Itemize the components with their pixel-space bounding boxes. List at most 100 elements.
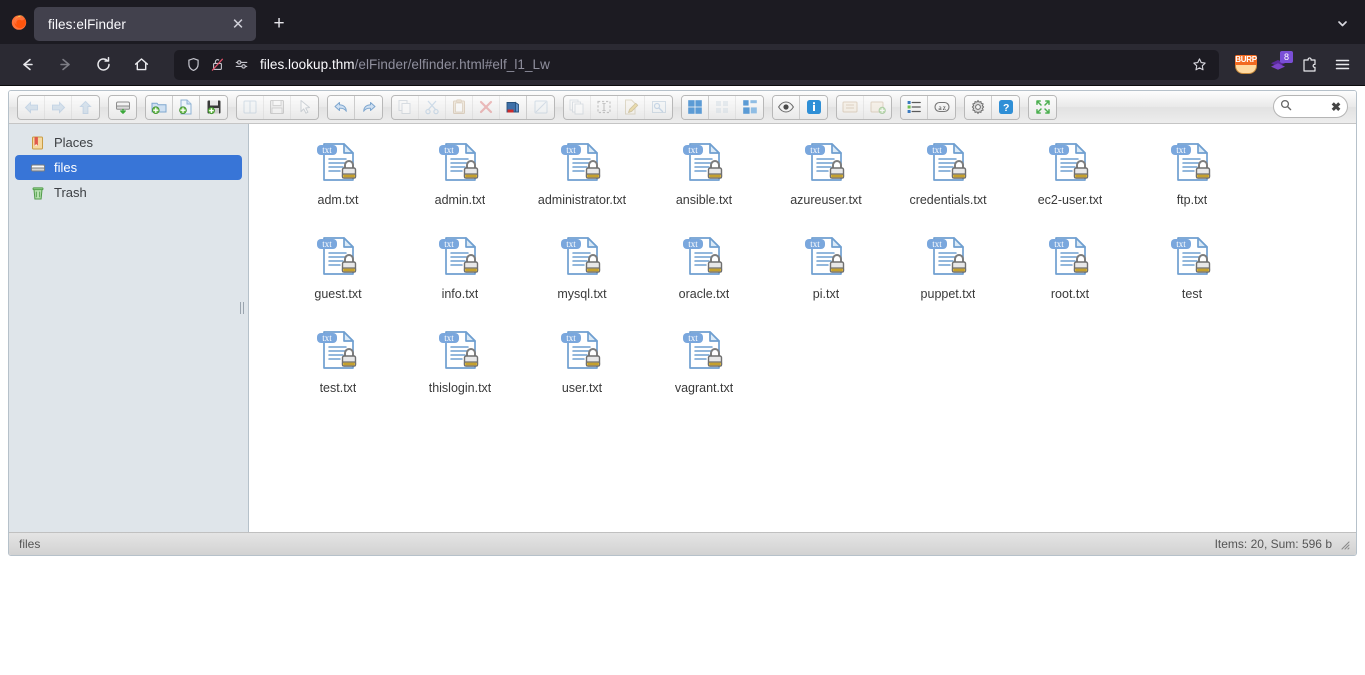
browser-tab[interactable]: files:elFinder ✕ — [34, 7, 256, 41]
sidebar-item-files[interactable]: files — [15, 155, 242, 180]
file-item[interactable]: txtftp.txt — [1131, 134, 1253, 228]
status-summary-area: Items: 20, Sum: 596 b — [1215, 537, 1352, 551]
star-icon[interactable] — [1187, 53, 1211, 77]
chevron-down-icon[interactable] — [1329, 10, 1355, 36]
purple-extension-icon[interactable]: 8 — [1263, 50, 1293, 80]
broken-lock-icon[interactable] — [206, 55, 228, 75]
file-item[interactable]: txtinfo.txt — [399, 228, 521, 322]
extension-badge: 8 — [1280, 51, 1293, 63]
file-item[interactable]: txtthislogin.txt — [399, 322, 521, 416]
view-list-button[interactable] — [709, 96, 736, 119]
copy-button[interactable] — [392, 96, 419, 119]
file-name: guest.txt — [314, 287, 361, 301]
burp-suite-extension-icon[interactable]: BURP — [1231, 50, 1261, 80]
sidebar-splitter[interactable] — [246, 124, 249, 532]
search-box[interactable]: ✖ — [1273, 95, 1348, 118]
file-item[interactable]: txttest.txt — [277, 322, 399, 416]
clear-search-icon[interactable]: ✖ — [1331, 100, 1341, 114]
home-disk-button[interactable] — [109, 96, 136, 119]
sort-alpha-button[interactable]: a z — [928, 96, 955, 119]
reload-button[interactable] — [87, 50, 119, 80]
url-text[interactable]: files.lookup.thm/elFinder/elfinder.html#… — [254, 57, 1187, 72]
file-name: administrator.txt — [538, 193, 626, 207]
extensions-puzzle-icon[interactable] — [1295, 50, 1325, 80]
fullscreen-button[interactable] — [1029, 96, 1056, 119]
upload-button[interactable] — [200, 96, 227, 119]
text-file-icon: txt — [802, 232, 850, 280]
edit-button[interactable] — [618, 96, 645, 119]
resize-grip-icon[interactable] — [1338, 538, 1350, 550]
splitter-grip-icon[interactable] — [237, 300, 247, 316]
download-button[interactable] — [264, 96, 291, 119]
remove-button[interactable] — [473, 96, 500, 119]
text-file-icon: txt — [1046, 138, 1094, 186]
tracking-protection-icon[interactable] — [230, 55, 252, 75]
sidebar-item-trash[interactable]: Trash — [15, 180, 242, 205]
file-item[interactable]: txt administrator.txt — [521, 134, 643, 228]
svg-text:txt: txt — [1054, 145, 1064, 155]
empty-button[interactable] — [527, 96, 554, 119]
address-bar[interactable]: files.lookup.thm/elFinder/elfinder.html#… — [174, 50, 1219, 80]
menu-button[interactable] — [1327, 50, 1357, 80]
gear-button[interactable] — [965, 96, 992, 119]
view-mixed-button[interactable] — [736, 96, 763, 119]
file-item[interactable]: txtpuppet.txt — [887, 228, 1009, 322]
back-button[interactable] — [11, 50, 43, 80]
shield-icon[interactable] — [182, 55, 204, 75]
info-button[interactable] — [800, 96, 827, 119]
file-item[interactable]: txtmysql.txt — [521, 228, 643, 322]
file-item[interactable]: txt pi.txt — [765, 228, 887, 322]
file-item[interactable]: txtec2-user.txt — [1009, 134, 1131, 228]
file-item[interactable]: txtroot.txt — [1009, 228, 1131, 322]
close-icon[interactable]: ✕ — [226, 12, 250, 36]
extensions-area: BURP 8 — [1227, 50, 1357, 80]
file-name: pi.txt — [813, 287, 839, 301]
sort-button[interactable] — [901, 96, 928, 119]
duplicate-button[interactable] — [564, 96, 591, 119]
up-button[interactable] — [72, 96, 99, 119]
help-button[interactable]: ? — [992, 96, 1019, 119]
svg-text:txt: txt — [322, 333, 332, 343]
forward-button[interactable] — [45, 96, 72, 119]
paste-button[interactable] — [446, 96, 473, 119]
sidebar-item-places[interactable]: Places — [15, 130, 242, 155]
file-item[interactable]: txt guest.txt — [277, 228, 399, 322]
archive-button[interactable] — [864, 96, 891, 119]
new-tab-button[interactable]: + — [264, 9, 294, 39]
file-item[interactable]: txtcredentials.txt — [887, 134, 1009, 228]
file-name: ftp.txt — [1177, 193, 1208, 207]
extract-button[interactable] — [837, 96, 864, 119]
file-listing[interactable]: txtadm.txttxtadmin.txt txt administrator.t… — [249, 124, 1356, 532]
rename-button[interactable] — [591, 96, 618, 119]
file-item[interactable]: txttest — [1131, 228, 1253, 322]
svg-text:txt: txt — [810, 145, 820, 155]
svg-text:txt: txt — [322, 239, 332, 249]
select-button[interactable] — [291, 96, 318, 119]
trash-button[interactable] — [500, 96, 527, 119]
back-button[interactable] — [18, 96, 45, 119]
new-folder-button[interactable] — [146, 96, 173, 119]
file-item[interactable]: txtuser.txt — [521, 322, 643, 416]
open-button[interactable] — [237, 96, 264, 119]
svg-text:txt: txt — [810, 239, 820, 249]
forward-button[interactable] — [49, 50, 81, 80]
file-item[interactable]: txtadm.txt — [277, 134, 399, 228]
resize-button[interactable] — [645, 96, 672, 119]
new-file-button[interactable] — [173, 96, 200, 119]
quicklook-button[interactable] — [773, 96, 800, 119]
file-item[interactable]: txtvagrant.txt — [643, 322, 765, 416]
cut-button[interactable] — [419, 96, 446, 119]
undo-button[interactable] — [328, 96, 355, 119]
text-file-icon: txt — [558, 138, 606, 186]
redo-button[interactable] — [355, 96, 382, 119]
file-item[interactable]: txtadmin.txt — [399, 134, 521, 228]
file-item[interactable]: txtoracle.txt — [643, 228, 765, 322]
file-item[interactable]: txtansible.txt — [643, 134, 765, 228]
home-button[interactable] — [125, 50, 157, 80]
file-name: test — [1182, 287, 1202, 301]
toolbar-group-navigation — [17, 95, 100, 120]
text-file-icon: txt — [314, 326, 362, 374]
file-item[interactable]: txtazureuser.txt — [765, 134, 887, 228]
view-icons-button[interactable] — [682, 96, 709, 119]
text-file-icon: txt — [802, 138, 850, 186]
